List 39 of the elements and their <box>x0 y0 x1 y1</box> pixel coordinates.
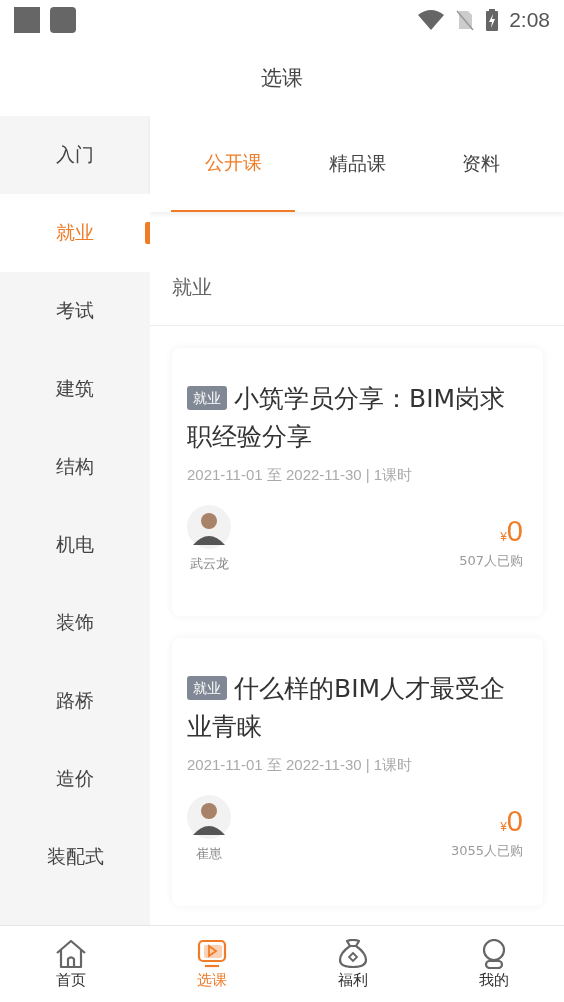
category-item[interactable]: 装配式 <box>0 818 150 896</box>
notification-icon <box>14 7 40 33</box>
course-card[interactable]: 就业 小筑学员分享：BIM岗求职经验分享 2021-11-01 至 2022-11-30 | 1课时 武云龙 ¥0 507人已购 <box>172 348 543 616</box>
category-item[interactable]: 考试 <box>0 272 150 350</box>
category-item[interactable]: 路桥 <box>0 662 150 740</box>
category-item[interactable]: 入门 <box>0 116 150 194</box>
avatar <box>187 505 231 549</box>
clock-time: 2:08 <box>509 8 550 32</box>
tab[interactable]: 资料 <box>419 116 543 212</box>
buyer-count: 507人已购 <box>459 552 523 570</box>
category-item[interactable]: 装饰 <box>0 584 150 662</box>
price: ¥0 <box>500 805 523 838</box>
teacher-name: 崔崽 <box>196 845 222 863</box>
nav-tab[interactable]: 福利 <box>282 926 423 1002</box>
course-title: 就业 小筑学员分享：BIM岗求职经验分享 <box>187 383 507 453</box>
nav-tab[interactable]: 首页 <box>0 926 141 1002</box>
category-item[interactable]: 建筑 <box>0 350 150 428</box>
teacher-name: 武云龙 <box>189 555 229 573</box>
buyer-count: 3055人已购 <box>450 842 523 860</box>
tab[interactable]: 精品课 <box>295 116 419 212</box>
category-item[interactable]: 机电 <box>0 506 150 584</box>
category-item[interactable]: 结构 <box>0 428 150 506</box>
course-schedule: 2021-11-01 至 2022-11-30 | 1课时 <box>187 466 414 485</box>
category-item[interactable]: 造价 <box>0 740 150 818</box>
avatar <box>187 795 231 839</box>
notification-icon <box>50 7 76 33</box>
course-card[interactable]: 就业 什么样的BIM人才最受企业青睐 2021-11-01 至 2022-11-30 | 1课时 崔崽 ¥0 3055人已购 <box>172 638 543 906</box>
video-icon <box>195 938 228 969</box>
course-title: 就业 什么样的BIM人才最受企业青睐 <box>187 673 507 743</box>
no-sim-icon <box>455 9 476 31</box>
section-title: 就业 <box>172 274 212 301</box>
course-schedule: 2021-11-01 至 2022-11-30 | 1课时 <box>187 756 414 775</box>
price: ¥0 <box>500 515 523 548</box>
nav-tab[interactable]: 我的 <box>423 926 564 1002</box>
battery-charging-icon <box>485 9 500 31</box>
page-title: 选课 <box>261 65 303 92</box>
home-icon <box>54 938 87 969</box>
money-bag-icon <box>336 938 369 969</box>
wifi-icon <box>417 9 446 31</box>
